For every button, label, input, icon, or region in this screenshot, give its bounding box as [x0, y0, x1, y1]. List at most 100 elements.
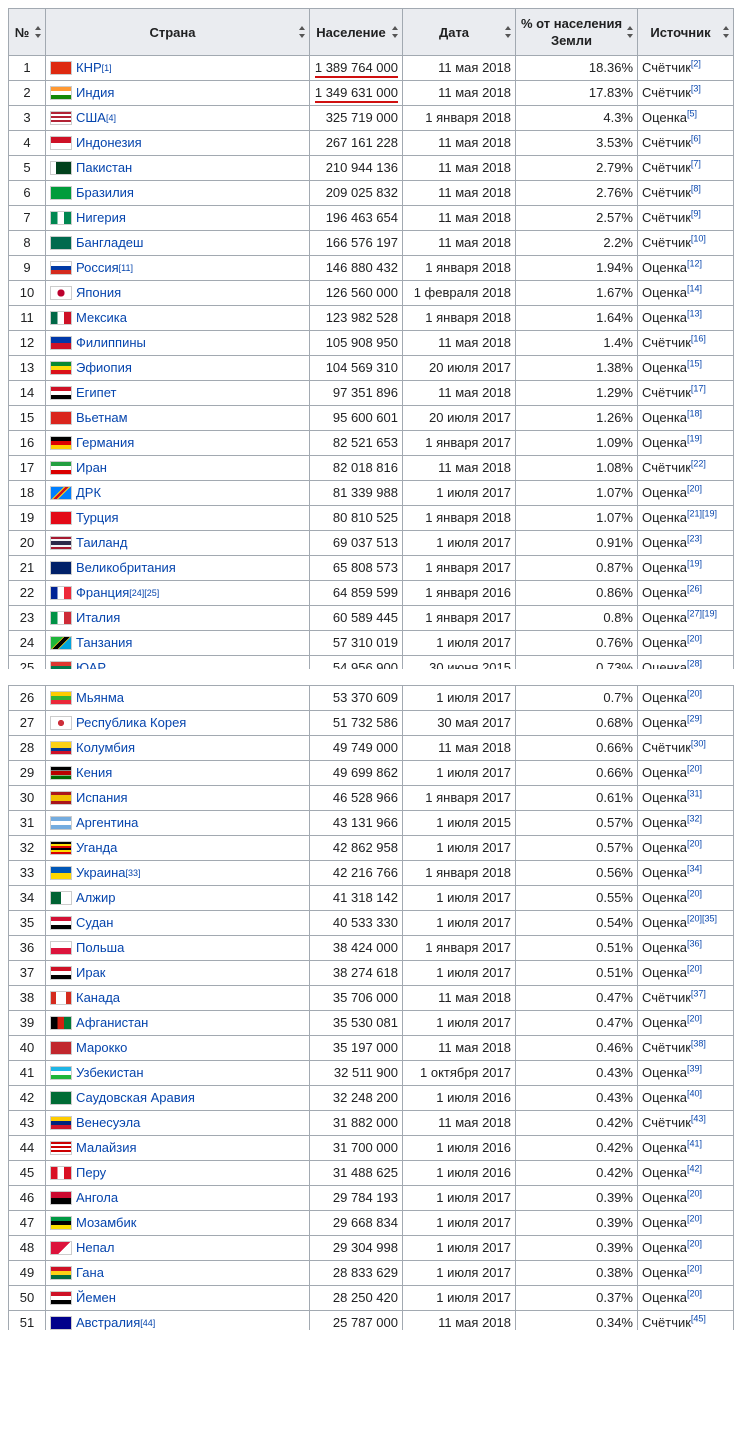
citation-link[interactable]: [27][19] — [687, 609, 717, 619]
country-link[interactable]: Нигерия — [76, 207, 126, 230]
sort-icon[interactable] — [299, 26, 305, 38]
header-source[interactable]: Источник — [637, 8, 734, 56]
country-link[interactable]: Бангладеш — [76, 232, 143, 255]
country-link[interactable]: Саудовская Аравия — [76, 1087, 195, 1110]
country-link[interactable]: Украина — [76, 862, 126, 885]
country-link[interactable]: Уганда — [76, 837, 117, 860]
citation-link[interactable]: [9] — [691, 209, 701, 219]
citation-link[interactable]: [19] — [687, 434, 702, 444]
country-link[interactable]: Пакистан — [76, 157, 132, 180]
citation-link[interactable]: [31] — [687, 789, 702, 799]
citation-link[interactable]: [20] — [687, 1189, 702, 1199]
citation-link[interactable]: [14] — [687, 284, 702, 294]
citation-link[interactable]: [3] — [691, 84, 701, 94]
country-link[interactable]: Мексика — [76, 307, 127, 330]
citation-link[interactable]: [20] — [687, 839, 702, 849]
citation-link[interactable]: [26] — [687, 584, 702, 594]
header-percent[interactable]: % от населения Земли — [515, 8, 638, 56]
country-link[interactable]: Италия — [76, 607, 120, 630]
country-link[interactable]: Кения — [76, 762, 112, 785]
citation-link[interactable]: [15] — [687, 359, 702, 369]
country-link[interactable]: Перу — [76, 1162, 106, 1185]
citation-link[interactable]: [20][35] — [687, 914, 717, 924]
country-link[interactable]: Танзания — [76, 632, 132, 655]
citation-link[interactable]: [16] — [691, 334, 706, 344]
sort-icon[interactable] — [505, 26, 511, 38]
country-link[interactable]: КНР — [76, 57, 102, 80]
citation-link[interactable]: [29] — [687, 714, 702, 724]
citation-link[interactable]: [20] — [687, 484, 702, 494]
citation-link[interactable]: [37] — [691, 989, 706, 999]
header-population[interactable]: Население — [309, 8, 403, 56]
country-link[interactable]: Гана — [76, 1262, 104, 1285]
citation-link[interactable]: [33] — [126, 868, 141, 878]
citation-link[interactable]: [4] — [106, 113, 116, 123]
country-link[interactable]: Непал — [76, 1237, 114, 1260]
header-date[interactable]: Дата — [402, 8, 516, 56]
country-link[interactable]: Мозамбик — [76, 1212, 136, 1235]
country-link[interactable]: Ирак — [76, 962, 106, 985]
citation-link[interactable]: [45] — [691, 1314, 706, 1324]
country-link[interactable]: Индия — [76, 82, 114, 105]
country-link[interactable]: Канада — [76, 987, 120, 1010]
country-link[interactable]: Ангола — [76, 1187, 118, 1210]
citation-link[interactable]: [23] — [687, 534, 702, 544]
country-link[interactable]: Польша — [76, 937, 124, 960]
country-link[interactable]: Таиланд — [76, 532, 127, 555]
country-link[interactable]: ДРК — [76, 482, 101, 505]
country-link[interactable]: Алжир — [76, 887, 115, 910]
citation-link[interactable]: [13] — [687, 309, 702, 319]
citation-link[interactable]: [7] — [691, 159, 701, 169]
citation-link[interactable]: [20] — [687, 889, 702, 899]
country-link[interactable]: Венесуэла — [76, 1112, 140, 1135]
country-link[interactable]: Великобритания — [76, 557, 176, 580]
citation-link[interactable]: [6] — [691, 134, 701, 144]
country-link[interactable]: Йемен — [76, 1287, 116, 1310]
citation-link[interactable]: [28] — [687, 659, 702, 669]
country-link[interactable]: Филиппины — [76, 332, 146, 355]
citation-link[interactable]: [30] — [691, 739, 706, 749]
country-link[interactable]: Аргентина — [76, 812, 138, 835]
sort-icon[interactable] — [627, 26, 633, 38]
citation-link[interactable]: [40] — [687, 1089, 702, 1099]
citation-link[interactable]: [21][19] — [687, 509, 717, 519]
citation-link[interactable]: [20] — [687, 1214, 702, 1224]
citation-link[interactable]: [20] — [687, 1014, 702, 1024]
country-link[interactable]: Испания — [76, 787, 128, 810]
citation-link[interactable]: [39] — [687, 1064, 702, 1074]
country-link[interactable]: США — [76, 107, 106, 130]
country-link[interactable]: Россия — [76, 257, 119, 280]
citation-link[interactable]: [10] — [691, 234, 706, 244]
country-link[interactable]: Египет — [76, 382, 116, 405]
citation-link[interactable]: [5] — [687, 109, 697, 119]
citation-link[interactable]: [20] — [687, 1239, 702, 1249]
sort-icon[interactable] — [392, 26, 398, 38]
country-link[interactable]: Турция — [76, 507, 119, 530]
header-country[interactable]: Страна — [45, 8, 310, 56]
country-link[interactable]: Япония — [76, 282, 121, 305]
citation-link[interactable]: [19] — [687, 559, 702, 569]
country-link[interactable]: Бразилия — [76, 182, 134, 205]
country-link[interactable]: Эфиопия — [76, 357, 132, 380]
citation-link[interactable]: [20] — [687, 689, 702, 699]
citation-link[interactable]: [34] — [687, 864, 702, 874]
citation-link[interactable]: [17] — [691, 384, 706, 394]
citation-link[interactable]: [42] — [687, 1164, 702, 1174]
sort-icon[interactable] — [723, 26, 729, 38]
country-link[interactable]: Республика Корея — [76, 712, 186, 735]
country-link[interactable]: Германия — [76, 432, 134, 455]
citation-link[interactable]: [24][25] — [129, 588, 159, 598]
citation-link[interactable]: [44] — [140, 1318, 155, 1328]
country-link[interactable]: Афганистан — [76, 1012, 148, 1035]
citation-link[interactable]: [1] — [102, 63, 112, 73]
citation-link[interactable]: [2] — [691, 59, 701, 69]
citation-link[interactable]: [11] — [119, 263, 133, 273]
citation-link[interactable]: [32] — [687, 814, 702, 824]
citation-link[interactable]: [41] — [687, 1139, 702, 1149]
citation-link[interactable]: [12] — [687, 259, 702, 269]
country-link[interactable]: Марокко — [76, 1037, 127, 1060]
country-link[interactable]: Индонезия — [76, 132, 142, 155]
country-link[interactable]: Мьянма — [76, 687, 124, 710]
country-link[interactable]: Малайзия — [76, 1137, 137, 1160]
country-link[interactable]: Колумбия — [76, 737, 135, 760]
